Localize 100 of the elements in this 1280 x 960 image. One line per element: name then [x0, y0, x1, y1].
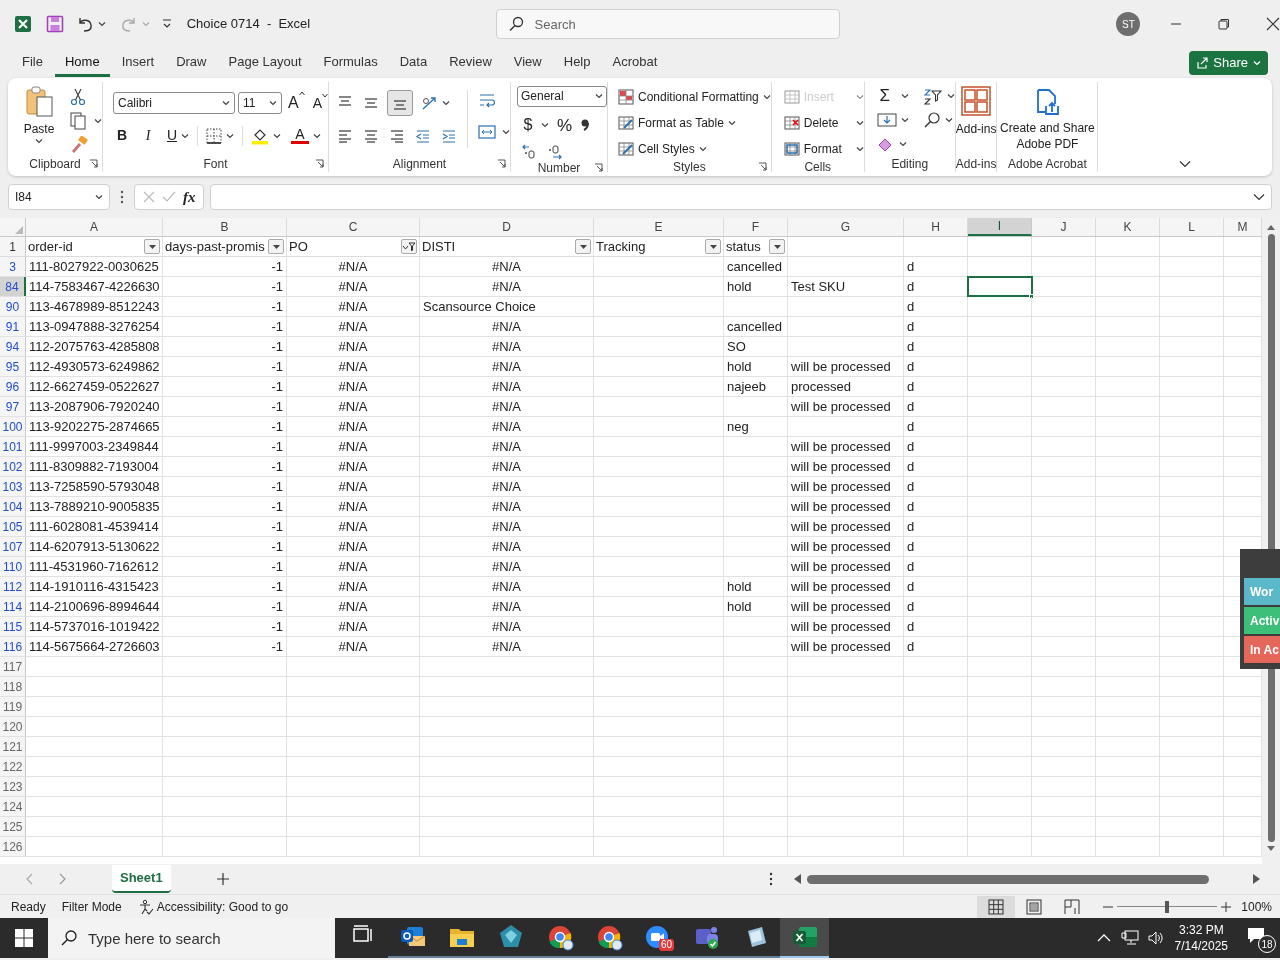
dialog-launcher-icon[interactable]	[89, 159, 98, 168]
more-options-icon[interactable]	[768, 872, 773, 886]
underline-button[interactable]: U	[163, 125, 181, 146]
row-header[interactable]: 118	[0, 677, 26, 696]
row-header[interactable]: 114	[0, 597, 26, 616]
sort-filter-icon[interactable]	[922, 87, 943, 106]
column-header[interactable]: J	[1032, 218, 1096, 236]
align-middle-icon[interactable]	[363, 95, 379, 111]
view-button[interactable]	[977, 895, 1016, 918]
font-name-dropdown[interactable]: Calibri	[113, 92, 235, 114]
sheet-tab[interactable]: Sheet1	[112, 865, 171, 893]
row-header[interactable]: 97	[0, 397, 26, 416]
increase-decimal-icon[interactable]	[521, 144, 537, 160]
accessibility-status[interactable]: Accessibility: Good to go	[156, 897, 289, 916]
slider-thumb[interactable]	[1165, 900, 1170, 913]
network-icon[interactable]	[1120, 930, 1139, 946]
create-pdf-button[interactable]: Create and Share Adobe PDF	[997, 88, 1098, 156]
font-color-button[interactable]: A	[291, 127, 309, 144]
windows-start-icon[interactable]	[15, 929, 33, 947]
decrease-decimal-icon[interactable]	[547, 144, 563, 160]
column-header[interactable]: G	[788, 218, 904, 236]
row-header[interactable]: 3	[0, 257, 26, 276]
row-header[interactable]: 124	[0, 797, 26, 816]
more-options-icon[interactable]	[120, 190, 124, 204]
filter-button[interactable]	[401, 239, 417, 254]
add-ins-button[interactable]: Add-ins	[955, 86, 997, 156]
name-box[interactable]: I84	[8, 184, 110, 210]
menu-tab[interactable]: Page Layout	[218, 49, 312, 77]
dialog-launcher-icon[interactable]	[315, 159, 324, 168]
customize-icon[interactable]	[161, 18, 172, 30]
filter-button[interactable]	[769, 239, 785, 254]
menu-tab[interactable]: File	[12, 49, 53, 77]
row-header[interactable]: 119	[0, 697, 26, 716]
menu-tab[interactable]: Draw	[166, 49, 217, 77]
row-header[interactable]: 107	[0, 537, 26, 556]
row-header[interactable]: 103	[0, 477, 26, 496]
row-header[interactable]: 117	[0, 657, 26, 676]
expand-icon[interactable]	[1253, 193, 1265, 201]
row-header[interactable]: 123	[0, 777, 26, 796]
notifications-button[interactable]: 18	[1246, 923, 1274, 953]
user-avatar[interactable]: ST	[1116, 12, 1141, 36]
show-hidden-icons-icon[interactable]	[1096, 933, 1111, 943]
row-header[interactable]: 122	[0, 757, 26, 776]
font-size-dropdown[interactable]: 11	[238, 92, 282, 114]
collapse-ribbon-icon[interactable]	[1179, 160, 1192, 168]
row-header[interactable]: 112	[0, 577, 26, 596]
paste-button[interactable]: Paste	[20, 86, 58, 144]
taskbar-app[interactable]	[780, 918, 829, 958]
taskbar-search-field[interactable]: Type here to search	[48, 918, 335, 958]
menu-tab[interactable]: View	[503, 49, 552, 77]
insert-function-button[interactable]: fx	[182, 185, 196, 209]
volume-icon[interactable]	[1146, 930, 1163, 946]
currency-button[interactable]: $	[521, 113, 535, 138]
column-header[interactable]: C	[287, 218, 420, 236]
menu-tab[interactable]: Formulas	[313, 49, 388, 77]
scroll-up-icon[interactable]	[1267, 224, 1275, 230]
zoom-slider[interactable]	[1117, 899, 1218, 914]
filter-button[interactable]	[705, 239, 721, 254]
row-header[interactable]: 91	[0, 317, 26, 336]
row-header[interactable]: 104	[0, 497, 26, 516]
menu-tab[interactable]: Help	[553, 49, 601, 77]
copy-icon[interactable]	[70, 112, 86, 130]
scrollbar-thumb[interactable]	[806, 874, 1209, 884]
autosum-button[interactable]: Σ	[876, 87, 893, 106]
row-header[interactable]: 120	[0, 717, 26, 736]
format-painter-icon[interactable]	[70, 136, 88, 154]
orientation-icon[interactable]	[421, 95, 439, 111]
number-format-dropdown[interactable]: General	[517, 86, 607, 107]
search-field[interactable]: Search	[495, 9, 840, 39]
percent-button[interactable]: %	[557, 112, 573, 138]
row-header[interactable]: 94	[0, 337, 26, 356]
row-header[interactable]: 90	[0, 297, 26, 316]
styles-menu-button[interactable]: Format as Table	[618, 113, 771, 133]
row-header[interactable]: 115	[0, 617, 26, 636]
increase-indent-icon[interactable]	[441, 128, 457, 144]
row-header[interactable]: 95	[0, 357, 26, 376]
dialog-launcher-icon[interactable]	[497, 159, 506, 168]
row-header[interactable]: 96	[0, 377, 26, 396]
scroll-left-icon[interactable]	[792, 874, 801, 884]
zoom-in-icon[interactable]	[1221, 901, 1232, 912]
italic-button[interactable]: I	[139, 125, 157, 146]
restore-icon[interactable]	[1218, 18, 1231, 30]
row-header[interactable]: 1	[0, 237, 26, 256]
column-header[interactable]: B	[163, 218, 287, 236]
row-header[interactable]: 84	[0, 277, 26, 296]
column-header[interactable]: L	[1160, 218, 1224, 236]
menu-tab[interactable]: Insert	[111, 49, 165, 77]
find-icon[interactable]	[922, 111, 941, 130]
column-header[interactable]: A	[26, 218, 163, 236]
scroll-right-icon[interactable]	[1252, 874, 1261, 884]
column-header[interactable]: I	[968, 218, 1032, 236]
row-header[interactable]: 110	[0, 557, 26, 576]
styles-menu-button[interactable]: Conditional Formatting	[618, 87, 771, 107]
align-left-icon[interactable]	[337, 128, 353, 144]
zoom-level[interactable]: 100%	[1241, 897, 1272, 916]
column-header[interactable]: F	[724, 218, 788, 236]
dialog-launcher-icon[interactable]	[757, 162, 767, 171]
merge-center-icon[interactable]	[478, 124, 496, 140]
fill-icon[interactable]	[876, 112, 897, 129]
formula-input[interactable]	[210, 184, 1272, 210]
